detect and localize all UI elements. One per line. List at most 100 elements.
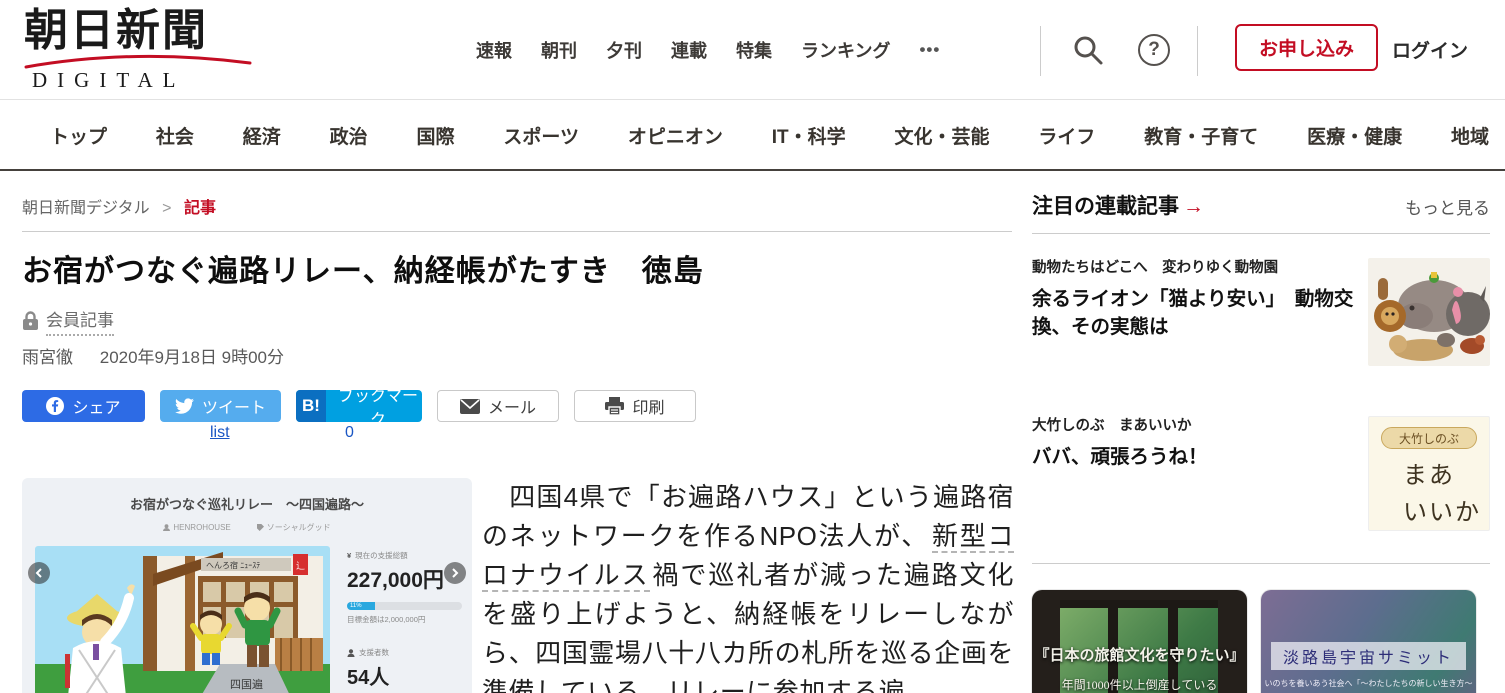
twitter-share-button[interactable]: ツイート bbox=[160, 390, 281, 422]
sidebar: 注目の連載記事→ もっと見る 動物たちはどこへ 変わりゆく動物園 余るライオン「… bbox=[1032, 190, 1490, 693]
print-button[interactable]: 印刷 bbox=[574, 390, 696, 422]
maa-text: まあ bbox=[1369, 455, 1489, 490]
svg-text:辶: 辶 bbox=[296, 561, 305, 571]
lock-icon bbox=[22, 311, 39, 331]
tab-education[interactable]: 教育・子育て bbox=[1144, 122, 1258, 149]
breadcrumb-current[interactable]: 記事 bbox=[184, 200, 216, 217]
tab-seiji[interactable]: 政治 bbox=[330, 122, 368, 149]
nav-ranking[interactable]: ランキング bbox=[801, 37, 890, 63]
red-arrow-icon: → bbox=[1183, 195, 1204, 218]
nav-sokuho[interactable]: 速報 bbox=[476, 37, 512, 63]
crowdfunding-title: お宿がつなぐ巡礼リレー ～四国遍路～ bbox=[22, 494, 472, 513]
mail-icon bbox=[460, 399, 480, 414]
crowdfunding-category: ソーシャルグッド bbox=[257, 522, 331, 533]
signup-button[interactable]: お申し込み bbox=[1235, 24, 1378, 71]
promo-subtitle: 年間1000件以上倒産している bbox=[1032, 676, 1247, 693]
search-icon[interactable] bbox=[1072, 34, 1104, 66]
hatena-label: ブックマーク bbox=[334, 390, 422, 422]
breadcrumb-separator: > bbox=[162, 200, 171, 217]
tab-shakai[interactable]: 社会 bbox=[156, 122, 194, 149]
ryokan-promo-card[interactable]: 『日本の旅館文化を守りたい』 年間1000件以上倒産している bbox=[1032, 590, 1247, 693]
asahi-digital-page: 朝日新聞 DIGITAL 速報 朝刊 夕刊 連載 特集 ランキング ••• ? … bbox=[0, 0, 1505, 693]
person-icon bbox=[347, 649, 355, 657]
series-article-shinobu[interactable]: 大竹しのぶ まあいいか ババ、頑張ろうね！ 大竹しのぶ まあ いいか bbox=[1032, 414, 1490, 564]
nav-yukan[interactable]: 夕刊 bbox=[606, 37, 642, 63]
tab-culture[interactable]: 文化・芸能 bbox=[894, 122, 989, 149]
facebook-share-button[interactable]: シェア bbox=[22, 390, 145, 422]
crowdfunding-tags: HENROHOUSE ソーシャルグッド bbox=[22, 522, 472, 533]
help-icon[interactable]: ? bbox=[1138, 34, 1170, 66]
featured-series-heading[interactable]: 注目の連載記事 bbox=[1032, 195, 1179, 218]
progress-bar: 11% bbox=[347, 602, 462, 610]
see-more-link[interactable]: もっと見る bbox=[1405, 194, 1490, 219]
print-label: 印刷 bbox=[632, 394, 664, 418]
tab-health[interactable]: 医療・健康 bbox=[1307, 122, 1402, 149]
amount-label: 現在の支援総額 bbox=[355, 550, 408, 561]
series-article-zoo[interactable]: 動物たちはどこへ 変わりゆく動物園 余るライオン「猫より安い」 動物交換、その実… bbox=[1032, 256, 1490, 406]
nav-chokan[interactable]: 朝刊 bbox=[541, 37, 577, 63]
supporters-label: 支援者数 bbox=[359, 647, 389, 658]
hatena-icon: B! bbox=[296, 390, 326, 422]
awajishima-promo-card[interactable]: 淡路島宇宙サミット いのちを養いあう社会へ「～わたしたちの新しい生き方～ bbox=[1261, 590, 1476, 693]
print-icon bbox=[605, 397, 624, 415]
promo-cards: 『日本の旅館文化を守りたい』 年間1000件以上倒産している 淡路島宇宙サミット… bbox=[1032, 590, 1490, 693]
breadcrumb-home[interactable]: 朝日新聞デジタル bbox=[22, 200, 150, 217]
zoo-article-thumbnail bbox=[1368, 258, 1490, 366]
tab-opinion[interactable]: オピニオン bbox=[628, 122, 723, 149]
tab-it-science[interactable]: IT・科学 bbox=[772, 122, 846, 149]
tag-icon bbox=[257, 524, 264, 531]
carousel-next-icon[interactable] bbox=[444, 562, 466, 584]
mail-label: メール bbox=[488, 394, 536, 418]
help-glyph: ? bbox=[1148, 39, 1160, 61]
member-article-link[interactable]: 会員記事 bbox=[46, 306, 114, 336]
header-nav: 速報 朝刊 夕刊 連載 特集 ランキング ••• bbox=[476, 0, 940, 100]
logo-subtext: DIGITAL bbox=[32, 68, 185, 93]
author-name: 雨宮徹 bbox=[22, 348, 73, 367]
category-name: ソーシャルグッド bbox=[267, 522, 331, 533]
promo-title-band: 淡路島宇宙サミット bbox=[1271, 642, 1466, 670]
category-nav: トップ 社会 経済 政治 国際 スポーツ オピニオン IT・科学 文化・芸能 ラ… bbox=[0, 101, 1505, 171]
article-image[interactable]: お宿がつなぐ巡礼リレー ～四国遍路～ HENROHOUSE ソーシャルグッド bbox=[22, 478, 472, 693]
asahi-logo[interactable]: 朝日新聞 DIGITAL bbox=[24, 6, 264, 94]
carousel-prev-icon[interactable] bbox=[28, 562, 50, 584]
tab-chiiki[interactable]: 地域 bbox=[1451, 122, 1489, 149]
bookmark-count[interactable]: 0 bbox=[345, 424, 354, 442]
header-divider bbox=[1197, 26, 1198, 76]
iika-text: いいか bbox=[1369, 492, 1489, 527]
pilgrim-illustration: へんろ宿 ﾆｭｰｽﾃ 辶 四国遍 bbox=[35, 546, 330, 693]
byline: 雨宮徹 2020年9月18日 9時00分 bbox=[22, 343, 284, 368]
owner-name: HENROHOUSE bbox=[173, 523, 230, 532]
facebook-icon bbox=[46, 397, 64, 415]
facebook-share-label: シェア bbox=[72, 394, 120, 418]
tab-keizai[interactable]: 経済 bbox=[243, 122, 281, 149]
mail-button[interactable]: メール bbox=[437, 390, 559, 422]
login-label: ログイン bbox=[1392, 41, 1468, 62]
header-divider bbox=[1040, 26, 1041, 76]
tab-life[interactable]: ライフ bbox=[1038, 122, 1095, 149]
article-body: 四国4県で「お遍路ハウス」という遍路宿のネットワークを作るNPO法人が、新型コロ… bbox=[482, 478, 1014, 693]
nav-tokushu[interactable]: 特集 bbox=[736, 37, 772, 63]
supporters-value: 54人 bbox=[347, 661, 465, 690]
breadcrumb: 朝日新聞デジタル > 記事 bbox=[22, 194, 1012, 232]
series-article-title: 余るライオン「猫より安い」 動物交換、その実態は bbox=[1032, 285, 1358, 341]
tab-kokusai[interactable]: 国際 bbox=[417, 122, 455, 149]
login-button[interactable]: ログイン bbox=[1392, 36, 1468, 63]
share-buttons: シェア ツイート B! ブックマーク メール bbox=[22, 390, 696, 422]
twitter-share-label: ツイート bbox=[202, 394, 266, 418]
svg-text:へんろ宿 ﾆｭｰｽﾃ: へんろ宿 ﾆｭｰｽﾃ bbox=[206, 560, 260, 570]
window-frame bbox=[1060, 600, 1218, 608]
signup-label: お申し込み bbox=[1259, 34, 1354, 61]
yen-icon: ¥ bbox=[347, 551, 351, 560]
nav-rensai[interactable]: 連載 bbox=[671, 37, 707, 63]
page-title: お宿がつなぐ遍路リレー、納経帳がたすき 徳島 bbox=[22, 246, 1012, 290]
shinobu-name-badge: 大竹しのぶ bbox=[1381, 427, 1477, 449]
hatena-bookmark-button[interactable]: B! ブックマーク bbox=[296, 390, 422, 422]
publish-date: 2020年9月18日 9時00分 bbox=[100, 348, 284, 367]
tweet-list-link[interactable]: list bbox=[210, 424, 230, 442]
logo-text: 朝日新聞 bbox=[24, 6, 264, 56]
featured-series-header: 注目の連載記事→ もっと見る bbox=[1032, 190, 1490, 234]
twitter-icon bbox=[175, 398, 194, 414]
tab-sports[interactable]: スポーツ bbox=[503, 122, 579, 149]
more-menu-icon[interactable]: ••• bbox=[919, 40, 940, 60]
tab-top[interactable]: トップ bbox=[50, 122, 107, 149]
